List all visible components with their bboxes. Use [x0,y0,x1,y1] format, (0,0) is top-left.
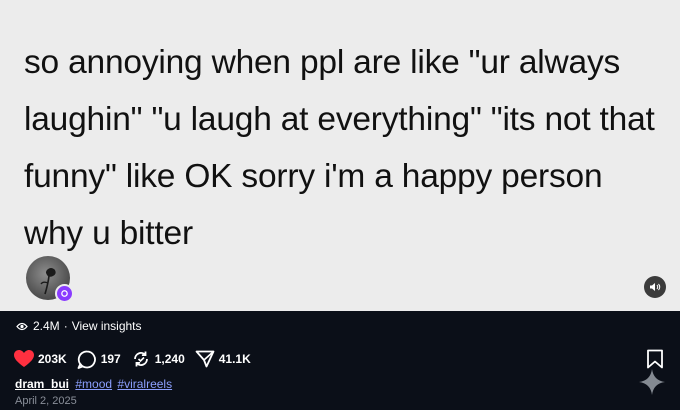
post-image: so annoying when ppl are like "ur always… [0,0,680,311]
repost-icon [131,349,151,369]
hashtag-link[interactable]: #mood [75,377,112,391]
sound-icon [650,283,661,291]
engagement-stats: 203K 197 1,240 41.1K [14,349,261,369]
heart-icon [14,350,34,368]
view-count: 2.4M [33,319,60,333]
share-icon [195,350,215,368]
share-button[interactable]: 41.1K [195,350,251,368]
view-insights-link[interactable]: 2.4M · View insights [16,319,142,333]
caption: dram_bui #mood #viralreels [15,377,172,391]
save-button[interactable] [646,349,664,369]
separator: · [63,319,68,333]
bookmark-icon [647,349,663,369]
avatar-badge-icon [55,284,74,303]
like-count: 203K [38,352,67,366]
sound-button[interactable] [644,276,666,298]
sparkle-icon [638,368,666,396]
comment-count: 197 [100,352,121,366]
hashtag-link[interactable]: #viralreels [117,377,172,391]
comment-button[interactable]: 197 [77,350,121,369]
repost-count: 1,240 [154,352,185,366]
eye-icon [16,322,28,331]
username-link[interactable]: dram_bui [15,377,69,391]
view-insights-label: View insights [71,319,142,333]
repost-button[interactable]: 1,240 [131,349,185,369]
post-text: so annoying when ppl are like "ur always… [24,44,655,252]
post-date: April 2, 2025 [15,395,77,407]
like-button[interactable]: 203K [14,350,67,368]
share-count: 41.1K [218,352,251,366]
post-footer: 2.4M · View insights 203K 197 1,240 41.1… [0,311,680,410]
comment-icon [77,350,97,369]
